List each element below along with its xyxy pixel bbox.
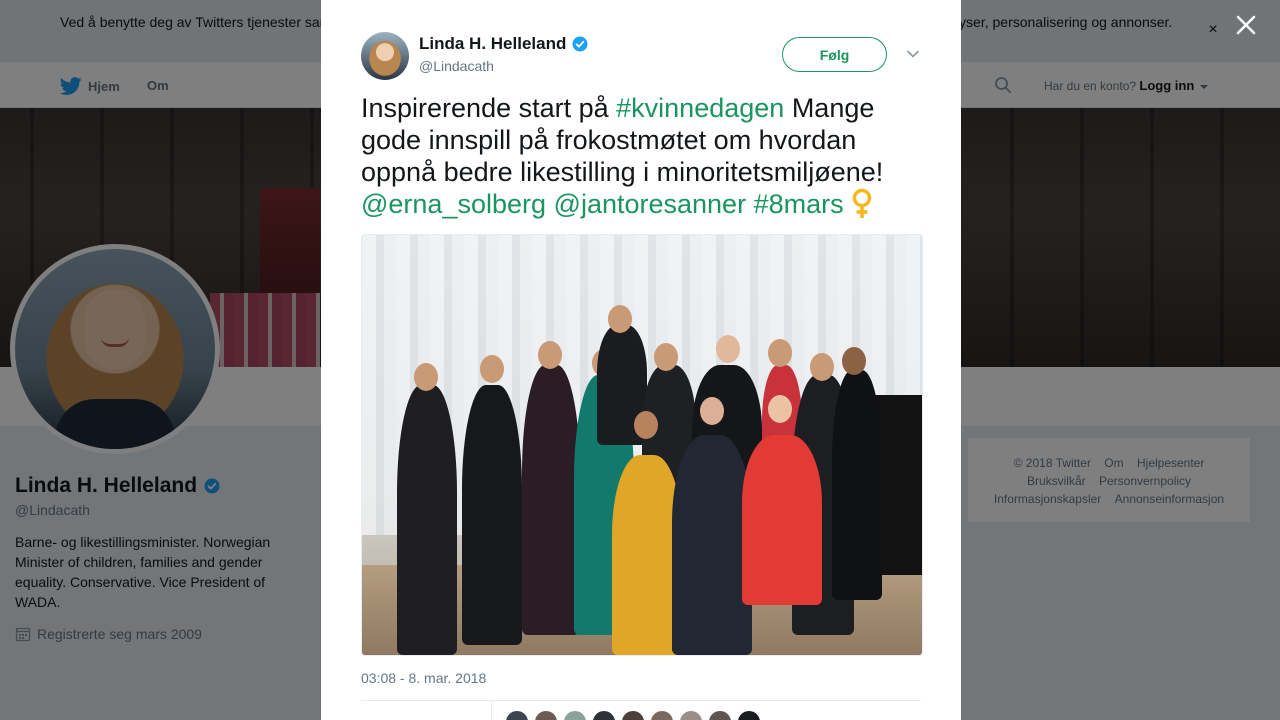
follow-button[interactable]: Følg: [782, 37, 887, 72]
verified-badge-icon: [572, 36, 588, 52]
photo-person-head: [768, 395, 792, 423]
stats-separator: [491, 701, 492, 720]
photo-person-head: [608, 305, 632, 333]
photo-person-head: [842, 347, 866, 375]
tweet-text: Inspirerende start på #kvinnedagen Mange…: [361, 92, 921, 220]
tweet-timestamp[interactable]: 03:08 - 8. mar. 2018: [361, 670, 486, 686]
photo-person-head: [716, 335, 740, 363]
photo-person-head: [768, 339, 792, 367]
liker-avatar[interactable]: [621, 710, 645, 720]
photo-person: [832, 370, 882, 600]
liker-avatar[interactable]: [534, 710, 558, 720]
liker-avatar[interactable]: [592, 710, 616, 720]
photo-person: [522, 365, 580, 635]
hashtag-link[interactable]: #kvinnedagen: [616, 93, 784, 123]
photo-person-head: [810, 353, 834, 381]
photo-person: [397, 385, 457, 655]
divider: [361, 700, 921, 701]
female-sign-emoji: [852, 188, 872, 218]
photo-person: [672, 435, 752, 655]
photo-person-head: [654, 343, 678, 371]
close-icon[interactable]: [1233, 12, 1259, 38]
tweet-author-name[interactable]: Linda H. Helleland: [419, 34, 589, 54]
tweet-modal: Linda H. Helleland @Lindacath Følg Inspi…: [321, 0, 961, 720]
liker-avatar[interactable]: [505, 710, 529, 720]
liker-avatar[interactable]: [708, 710, 732, 720]
mention-link[interactable]: @erna_solberg: [361, 189, 546, 219]
liker-avatar[interactable]: [679, 710, 703, 720]
tweet-photo[interactable]: [361, 234, 923, 656]
photo-person-head: [634, 411, 658, 439]
mention-link[interactable]: @jantoresanner: [554, 189, 747, 219]
photo-person-head: [414, 363, 438, 391]
photo-person: [742, 435, 822, 605]
photo-person-head: [538, 341, 562, 369]
photo-person: [462, 385, 522, 645]
photo-person-head: [480, 355, 504, 383]
liker-avatar[interactable]: [563, 710, 587, 720]
likers-avatars: [505, 710, 761, 720]
tweet-author-name-text: Linda H. Helleland: [419, 34, 567, 53]
tweet-author-handle[interactable]: @Lindacath: [419, 58, 494, 74]
photo-person-head: [700, 397, 724, 425]
liker-avatar[interactable]: [737, 710, 761, 720]
tweet-text-part: Inspirerende start på: [361, 93, 617, 123]
chevron-down-icon[interactable]: [905, 46, 921, 62]
hashtag-link[interactable]: #8mars: [754, 189, 844, 219]
tweet-author-avatar[interactable]: [361, 32, 409, 80]
liker-avatar[interactable]: [650, 710, 674, 720]
